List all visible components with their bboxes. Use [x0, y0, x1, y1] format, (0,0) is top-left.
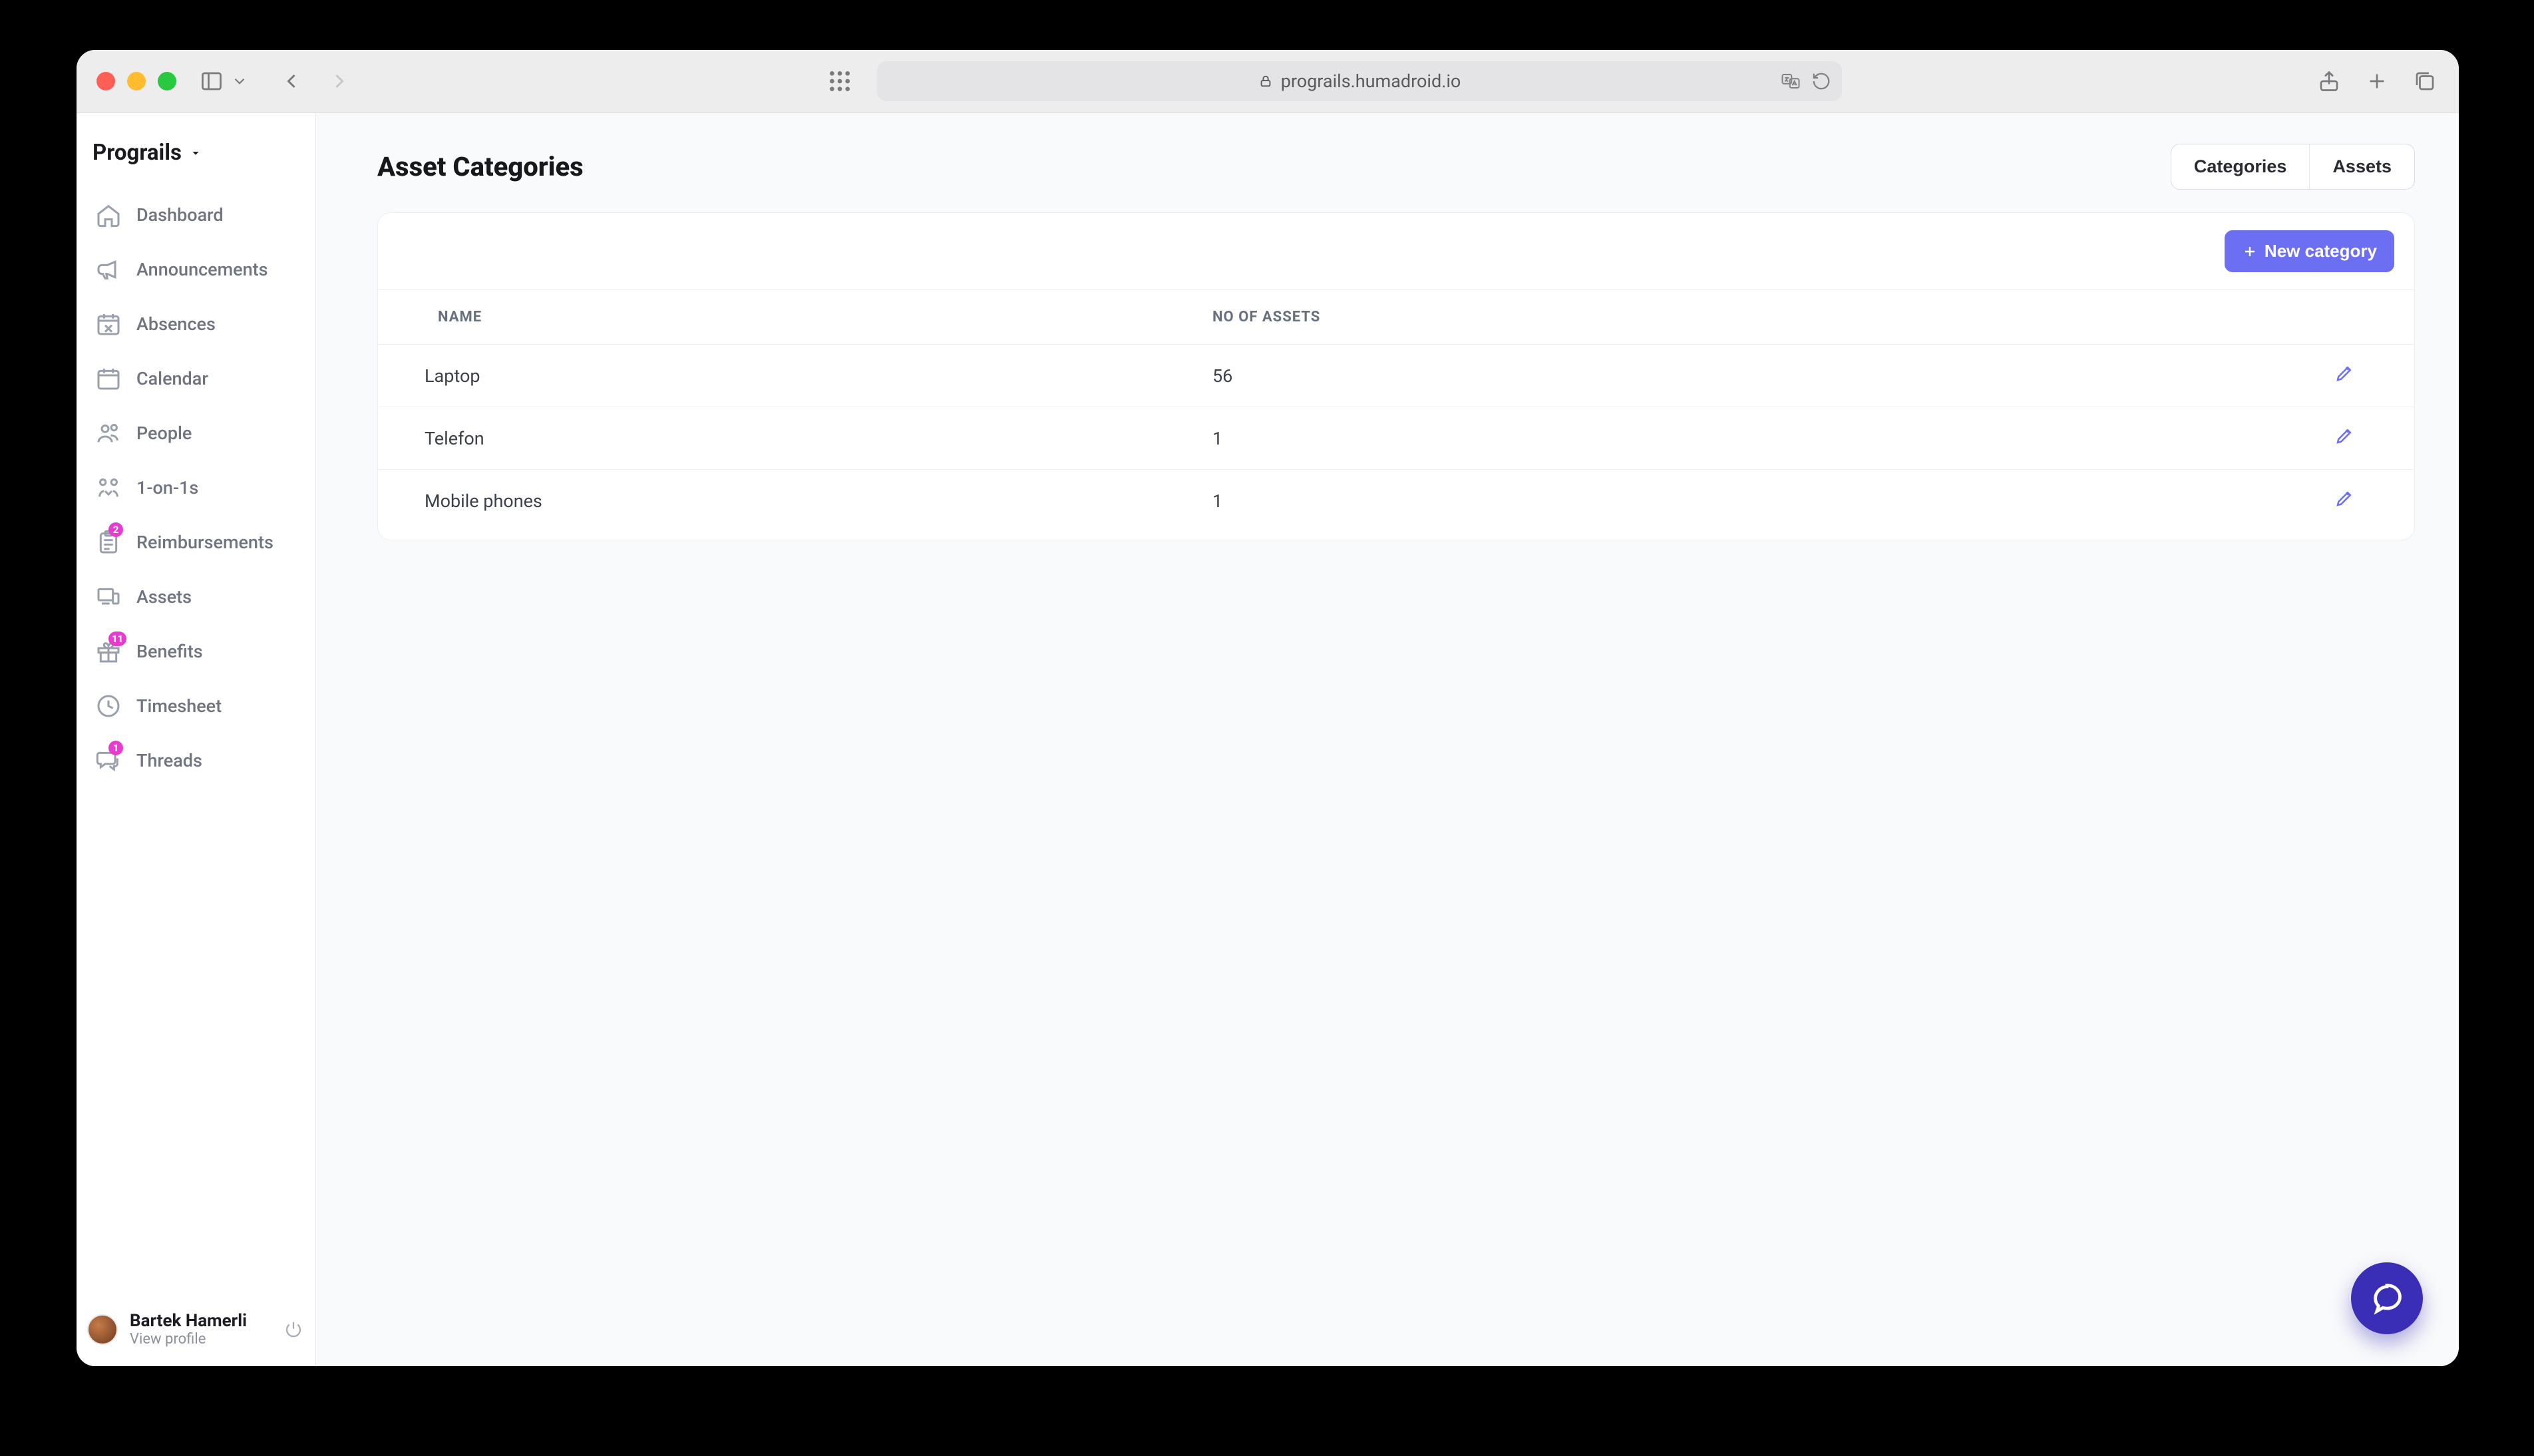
sidebar-item-label: Threads — [136, 750, 202, 771]
new-category-button[interactable]: New category — [2225, 230, 2394, 272]
pencil-icon — [2334, 488, 2354, 508]
sidebar-item-label: Reimbursements — [136, 532, 273, 553]
cell-count: 1 — [1192, 470, 2109, 540]
window-minimize[interactable] — [127, 72, 146, 91]
sidebar-item-absences[interactable]: Absences — [83, 297, 309, 351]
chevron-down-icon[interactable] — [231, 67, 248, 95]
page-title: Asset Categories — [377, 151, 584, 182]
apps-grid-icon[interactable] — [826, 68, 853, 94]
clock-icon — [95, 693, 122, 719]
badge: 11 — [108, 632, 126, 646]
main-content: Asset Categories Categories Assets New c… — [316, 113, 2459, 1366]
plus-icon — [2242, 244, 2258, 260]
browser-chrome: prograils.humadroid.io — [77, 50, 2459, 113]
caret-down-icon — [188, 146, 203, 160]
sidebar-item-label: Timesheet — [136, 695, 222, 717]
toggle-categories[interactable]: Categories — [2171, 144, 2310, 189]
sidebar-item-benefits[interactable]: 11 Benefits — [83, 625, 309, 678]
window-controls — [96, 72, 176, 91]
profile-name: Bartek Hamerli — [130, 1311, 247, 1331]
translate-icon[interactable] — [1779, 71, 1802, 91]
th-name: NAME — [378, 290, 1192, 345]
devices-icon — [95, 584, 122, 610]
table-row: Mobile phones 1 — [378, 470, 2414, 540]
table-row: Telefon 1 — [378, 407, 2414, 470]
sidebar-item-label: 1-on-1s — [136, 477, 198, 498]
megaphone-icon — [95, 256, 122, 283]
window-close[interactable] — [96, 72, 115, 91]
new-tab-icon[interactable] — [2363, 67, 2391, 95]
toggle-assets[interactable]: Assets — [2309, 144, 2414, 189]
profile-section[interactable]: Bartek Hamerli View profile — [77, 1298, 315, 1366]
cell-name: Telefon — [378, 407, 1192, 470]
lock-icon — [1258, 74, 1273, 89]
sidebar-item-label: Assets — [136, 586, 192, 608]
edit-button[interactable] — [2334, 488, 2354, 508]
new-category-label: New category — [2264, 241, 2377, 262]
sidebar-item-announcements[interactable]: Announcements — [83, 243, 309, 296]
nav-forward-icon[interactable] — [325, 67, 353, 95]
nav-back-icon[interactable] — [277, 67, 305, 95]
th-count: NO OF ASSETS — [1192, 290, 2109, 345]
sidebar-item-label: People — [136, 423, 192, 444]
categories-table: NAME NO OF ASSETS Laptop 56 — [378, 290, 2414, 540]
cell-name: Mobile phones — [378, 470, 1192, 540]
view-toggle: Categories Assets — [2171, 144, 2415, 190]
pencil-icon — [2334, 426, 2354, 446]
sidebar-item-label: Announcements — [136, 259, 268, 280]
org-switcher[interactable]: Prograils — [77, 113, 315, 184]
sidebar-item-label: Dashboard — [136, 204, 224, 226]
sidebar-item-label: Benefits — [136, 641, 203, 662]
chat-bubble-icon — [2370, 1281, 2404, 1316]
sidebar-item-people[interactable]: People — [83, 407, 309, 460]
categories-card: New category NAME NO OF ASSETS — [377, 212, 2415, 540]
profile-view-link[interactable]: View profile — [130, 1331, 247, 1348]
url-bar[interactable]: prograils.humadroid.io — [877, 61, 1842, 101]
cell-count: 1 — [1192, 407, 2109, 470]
sidebar-item-reimbursements[interactable]: 2 Reimbursements — [83, 516, 309, 569]
pencil-icon — [2334, 363, 2354, 383]
table-row: Laptop 56 — [378, 345, 2414, 407]
badge: 1 — [108, 741, 123, 755]
reload-icon[interactable] — [1811, 71, 1831, 91]
window-zoom[interactable] — [158, 72, 176, 91]
home-icon — [95, 202, 122, 228]
sidebar-item-timesheet[interactable]: Timesheet — [83, 679, 309, 733]
handshake-icon — [95, 474, 122, 501]
share-icon[interactable] — [2315, 67, 2343, 95]
tab-overview-icon[interactable] — [2411, 67, 2439, 95]
sidebar-item-label: Calendar — [136, 368, 208, 389]
edit-button[interactable] — [2334, 363, 2354, 383]
people-icon — [95, 420, 122, 447]
chat-fab[interactable] — [2351, 1262, 2423, 1334]
sidebar-toggle-icon[interactable] — [198, 67, 226, 95]
cell-count: 56 — [1192, 345, 2109, 407]
calendar-icon — [95, 365, 122, 392]
browser-window: prograils.humadroid.io — [77, 50, 2459, 1366]
url-text: prograils.humadroid.io — [1281, 71, 1461, 92]
sidebar-item-1on1s[interactable]: 1-on-1s — [83, 461, 309, 514]
sidebar-item-calendar[interactable]: Calendar — [83, 352, 309, 405]
sidebar-item-threads[interactable]: 1 Threads — [83, 734, 309, 787]
sidebar-item-label: Absences — [136, 313, 216, 335]
sidebar-item-assets[interactable]: Assets — [83, 570, 309, 624]
avatar — [87, 1314, 118, 1345]
sidebar: Prograils Dashboard Announcements Absenc… — [77, 113, 316, 1366]
cell-name: Laptop — [378, 345, 1192, 407]
org-name: Prograils — [92, 140, 182, 166]
edit-button[interactable] — [2334, 426, 2354, 446]
power-icon[interactable] — [283, 1320, 303, 1340]
calendar-x-icon — [95, 311, 122, 337]
badge: 2 — [108, 522, 123, 537]
sidebar-item-dashboard[interactable]: Dashboard — [83, 188, 309, 242]
